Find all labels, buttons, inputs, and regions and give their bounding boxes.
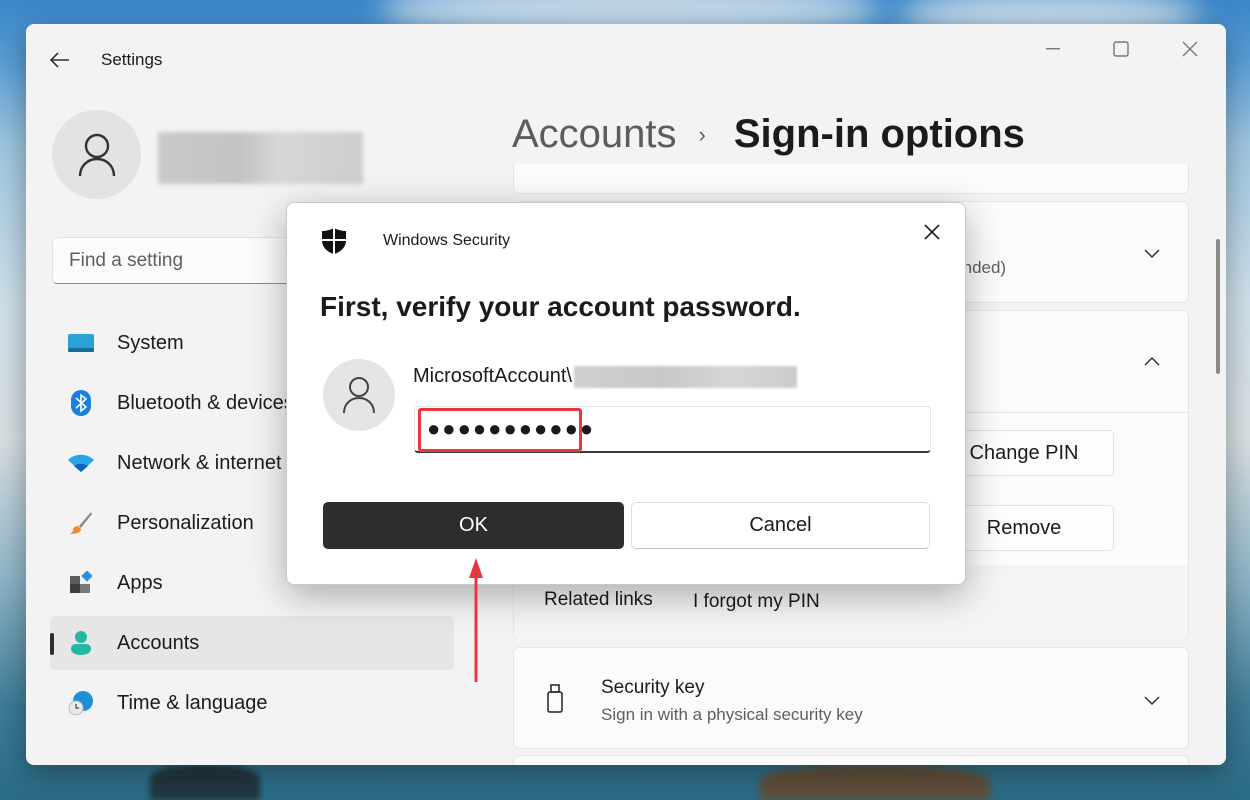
breadcrumb-separator: › — [698, 121, 706, 147]
breadcrumb-parent[interactable]: Accounts — [512, 112, 677, 157]
shield-icon — [322, 228, 346, 254]
wifi-icon — [68, 450, 94, 476]
breadcrumb: Accounts › Sign-in options — [512, 112, 1025, 157]
security-key-card[interactable]: Security key Sign in with a physical sec… — [513, 647, 1189, 749]
settings-card-partial — [513, 164, 1189, 194]
monitor-icon — [68, 330, 94, 356]
close-icon — [1182, 41, 1198, 57]
sidebar-item-label: Time & language — [117, 691, 268, 714]
person-outline-icon — [78, 133, 115, 176]
related-links-label: Related links — [544, 589, 653, 610]
selected-indicator — [50, 633, 54, 655]
windows-security-dialog: Windows Security First, verify your acco… — [286, 202, 966, 585]
sidebar-item-label: Personalization — [117, 511, 254, 534]
usb-key-icon — [547, 684, 563, 713]
dialog-heading: First, verify your account password. — [320, 291, 801, 322]
minimize-button[interactable] — [1030, 34, 1076, 64]
settings-card-partial — [513, 755, 1189, 765]
account-prefix: MicrosoftAccount\ — [413, 365, 572, 387]
security-key-subtitle: Sign in with a physical security key — [601, 705, 863, 724]
close-button[interactable] — [1167, 34, 1213, 64]
security-key-title: Security key — [601, 677, 705, 698]
password-input[interactable]: ●●●●●●●●●●● — [414, 406, 931, 453]
maximize-icon — [1113, 41, 1129, 57]
person-outline-icon — [343, 377, 375, 414]
cancel-button[interactable]: Cancel — [631, 502, 930, 549]
dialog-close-button[interactable] — [917, 217, 947, 247]
person-icon — [68, 630, 94, 656]
arrow-left-icon — [50, 52, 69, 68]
close-icon — [924, 224, 940, 240]
ok-button[interactable]: OK — [323, 502, 624, 549]
account-name: MicrosoftAccount\ — [413, 365, 797, 388]
sidebar-item-label: Apps — [117, 571, 163, 594]
sidebar-item-label: Network & internet — [117, 451, 282, 474]
maximize-button[interactable] — [1098, 34, 1144, 64]
bluetooth-icon — [68, 390, 94, 416]
profile-avatar[interactable] — [52, 110, 141, 199]
title-bar: Settings — [26, 24, 1226, 94]
dialog-app-name: Windows Security — [383, 232, 511, 249]
sidebar-item-accounts[interactable]: Accounts — [50, 616, 454, 670]
wallpaper-rock — [150, 765, 260, 800]
minimize-icon — [1046, 48, 1060, 50]
globe-clock-icon — [68, 690, 94, 716]
chevron-up-icon[interactable] — [1142, 352, 1162, 372]
account-avatar — [323, 359, 395, 431]
chevron-down-icon[interactable] — [1142, 243, 1162, 263]
account-username-redacted — [573, 365, 797, 388]
search-placeholder: Find a setting — [69, 249, 184, 271]
sidebar-item-label: Bluetooth & devices — [117, 391, 294, 414]
paintbrush-icon — [68, 510, 94, 536]
scrollbar-thumb[interactable] — [1216, 239, 1220, 374]
apps-icon — [68, 570, 94, 596]
chevron-down-icon[interactable] — [1142, 690, 1162, 710]
sidebar-item-label: Accounts — [117, 631, 200, 654]
page-title: Sign-in options — [733, 112, 1025, 156]
wallpaper-rock — [760, 765, 990, 800]
back-button[interactable] — [48, 48, 72, 72]
sidebar-item-time-language[interactable]: Time & language — [50, 676, 454, 730]
app-title: Settings — [101, 50, 163, 69]
forgot-pin-link[interactable]: I forgot my PIN — [693, 591, 820, 613]
password-value: ●●●●●●●●●●● — [427, 416, 596, 441]
sidebar-item-label: System — [117, 331, 184, 354]
profile-name-redacted — [158, 132, 363, 184]
